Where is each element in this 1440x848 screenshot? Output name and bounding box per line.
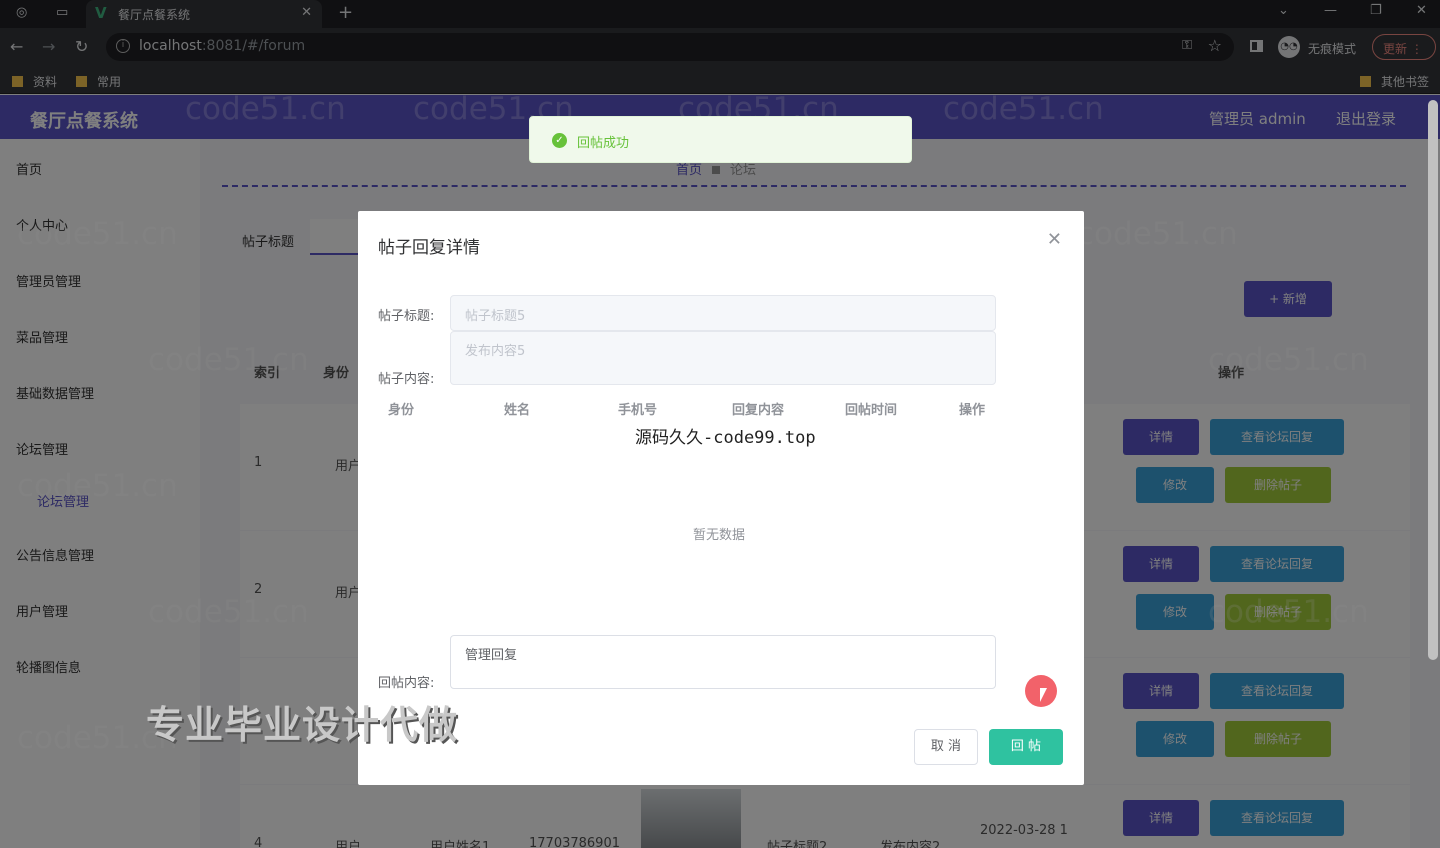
watermark: code51.cn — [148, 594, 309, 630]
check-circle-icon: ✓ — [552, 133, 567, 148]
post-content-field: 发布内容5 — [450, 331, 996, 385]
toast-message: 回帖成功 — [577, 136, 630, 151]
mouse-cursor-icon — [1040, 688, 1047, 702]
watermark: code51.cn — [1208, 594, 1369, 630]
post-content-label: 帖子内容: — [378, 372, 435, 387]
reply-col-name: 姓名 — [504, 403, 531, 418]
site-watermark-text: 源码久久-code99.top — [635, 428, 816, 448]
reply-textarea[interactable]: 管理回复 — [450, 635, 996, 689]
promo-banner: 专业毕业设计代做 — [146, 703, 459, 747]
success-toast: ✓ 回帖成功 — [529, 116, 912, 163]
post-title-field: 帖子标题5 — [450, 295, 996, 331]
dialog-title: 帖子回复详情 — [378, 238, 480, 258]
watermark: code51.cn — [1208, 342, 1369, 378]
reply-col-actions: 操作 — [959, 403, 986, 418]
reply-col-identity: 身份 — [388, 403, 415, 418]
watermark: code51.cn — [17, 468, 178, 504]
page-scrollbar[interactable] — [1428, 100, 1438, 660]
reply-col-time: 回帖时间 — [845, 403, 898, 418]
reply-col-phone: 手机号 — [618, 403, 658, 418]
watermark: code51.cn — [148, 342, 309, 378]
cancel-button[interactable]: 取 消 — [914, 729, 978, 765]
reply-content-label: 回帖内容: — [378, 676, 435, 691]
watermark: code51.cn — [943, 91, 1104, 127]
empty-state: 暂无数据 — [693, 528, 746, 543]
watermark: code51.cn — [185, 91, 346, 127]
watermark: code51.cn — [17, 216, 178, 252]
post-title-label: 帖子标题: — [378, 309, 435, 324]
reply-col-content: 回复内容 — [732, 403, 785, 418]
close-icon[interactable]: ✕ — [1047, 229, 1062, 250]
submit-reply-button[interactable]: 回 帖 — [989, 729, 1063, 765]
watermark: code51.cn — [1077, 216, 1238, 252]
reply-detail-dialog: 帖子回复详情 ✕ 帖子标题: 帖子标题5 帖子内容: 发布内容5 身份 姓名 手… — [358, 211, 1084, 785]
